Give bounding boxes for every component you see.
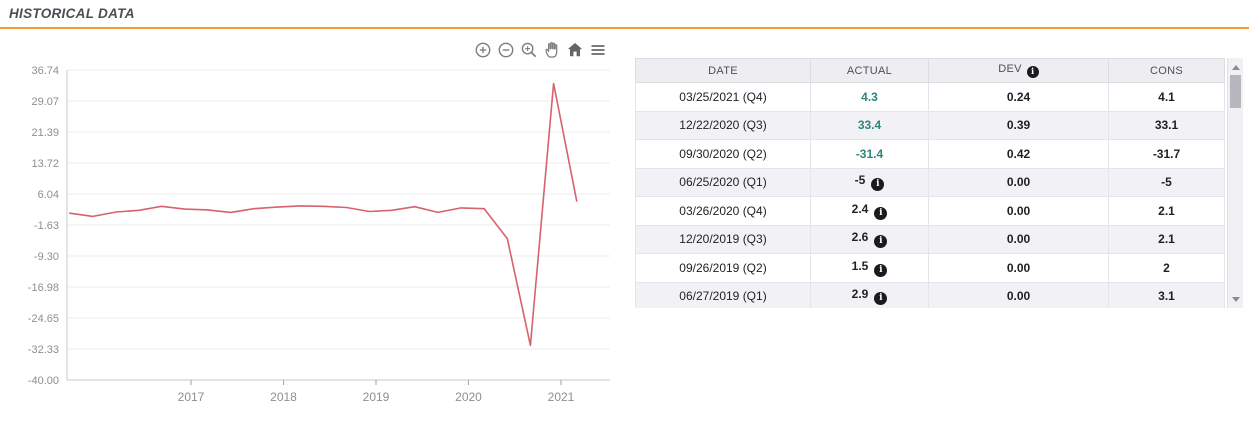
x-tick-label: 2021: [548, 390, 575, 404]
info-icon[interactable]: i: [874, 263, 888, 277]
zoom-in-icon[interactable]: [473, 40, 493, 59]
actual-series-line: [69, 82, 578, 347]
cell-date: 09/26/2019 (Q2): [635, 253, 811, 283]
x-tick-label: 2017: [178, 390, 205, 404]
column-header-dev[interactable]: DEV i: [928, 58, 1109, 83]
cell-actual: 1.5 i: [810, 253, 929, 283]
column-header-actual-label: ACTUAL: [846, 64, 893, 77]
historical-chart-canvas[interactable]: 36.74 29.07 21.39 13.72 6.04 -1.63 -9.30 -16.98…: [0, 38, 620, 413]
y-tick-label: 29.07: [31, 96, 59, 108]
x-tick-label: 2019: [363, 390, 390, 404]
table-row[interactable]: 12/20/2019 (Q3) 2.6 i 0.00 2.1: [635, 224, 1225, 254]
x-tick-label: 2018: [270, 390, 297, 404]
cell-dev: 0.00: [928, 167, 1109, 197]
y-tick-label: -32.33: [28, 344, 59, 356]
cell-actual: -5 i: [810, 167, 929, 197]
cell-cons: -31.7: [1108, 139, 1225, 169]
historical-data-table: DATE ACTUAL DEV i CONS 03/25/2021 (Q4) 4.3…: [635, 58, 1225, 308]
cell-date: 06/27/2019 (Q1): [635, 281, 811, 308]
y-tick-label: 21.39: [31, 127, 59, 139]
actual-value: 2.6: [851, 230, 869, 245]
table-row[interactable]: 03/26/2020 (Q4) 2.4 i 0.00 2.1: [635, 196, 1225, 226]
actual-value: 33.4: [857, 118, 882, 133]
x-tick-label: 2020: [455, 390, 482, 404]
zoom-out-icon[interactable]: [496, 40, 516, 59]
cell-date: 03/26/2020 (Q4): [635, 196, 811, 226]
cell-dev: 0.00: [928, 253, 1109, 283]
cell-cons: 2.1: [1108, 196, 1225, 226]
cell-dev: 0.00: [928, 196, 1109, 226]
historical-table: DATE ACTUAL DEV i CONS 03/25/2021 (Q4) 4.3…: [635, 58, 1243, 308]
table-row[interactable]: 09/26/2019 (Q2) 1.5 i 0.00 2: [635, 253, 1225, 283]
table-row[interactable]: 06/25/2020 (Q1) -5 i 0.00 -5: [635, 167, 1225, 197]
info-icon[interactable]: i: [874, 292, 888, 306]
pan-icon[interactable]: [542, 40, 562, 59]
info-icon[interactable]: i: [871, 178, 885, 192]
cell-cons: 33.1: [1108, 110, 1225, 140]
table-header-row: DATE ACTUAL DEV i CONS: [635, 58, 1225, 83]
cell-cons: 3.1: [1108, 281, 1225, 308]
cell-dev: 0.00: [928, 224, 1109, 254]
cell-actual: 33.4: [810, 110, 929, 140]
cell-date: 12/22/2020 (Q3): [635, 110, 811, 140]
y-tick-label: -9.30: [34, 251, 59, 263]
section-divider: [0, 27, 1249, 29]
actual-value: 2.4: [851, 201, 869, 216]
actual-value: 4.3: [861, 89, 878, 104]
home-icon[interactable]: [565, 40, 585, 59]
cell-cons: 4.1: [1108, 82, 1225, 112]
column-header-date-label: DATE: [708, 64, 738, 77]
cell-date: 09/30/2020 (Q2): [635, 139, 811, 169]
chart-toolbar: [473, 40, 608, 59]
menu-icon[interactable]: [588, 40, 608, 59]
y-tick-label: 36.74: [31, 65, 59, 77]
cell-actual: 2.9 i: [810, 281, 929, 308]
cell-actual: 2.4 i: [810, 196, 929, 226]
column-header-actual[interactable]: ACTUAL: [810, 58, 929, 83]
y-tick-label: -1.63: [34, 220, 59, 232]
cell-actual: -31.4: [810, 139, 929, 169]
scroll-down-icon[interactable]: [1228, 292, 1243, 306]
y-tick-label: -40.00: [28, 375, 59, 387]
cell-dev: 0.42: [928, 139, 1109, 169]
y-tick-label: -24.65: [28, 313, 59, 325]
actual-value: -31.4: [855, 146, 884, 161]
cell-cons: 2: [1108, 253, 1225, 283]
box-zoom-icon[interactable]: [519, 40, 539, 59]
cell-date: 12/20/2019 (Q3): [635, 224, 811, 254]
info-icon[interactable]: i: [874, 206, 888, 220]
actual-value: 1.5: [851, 258, 869, 273]
cell-actual: 4.3: [810, 82, 929, 112]
info-icon[interactable]: i: [874, 235, 888, 249]
section-title: HISTORICAL DATA: [9, 6, 135, 21]
info-icon[interactable]: i: [1026, 66, 1039, 78]
cell-date: 03/25/2021 (Q4): [635, 82, 811, 112]
column-header-dev-label: DEV: [998, 63, 1022, 75]
column-header-date[interactable]: DATE: [635, 58, 811, 83]
column-header-cons[interactable]: CONS: [1108, 58, 1225, 83]
historical-chart: 36.74 29.07 21.39 13.72 6.04 -1.63 -9.30 -16.98…: [0, 38, 620, 413]
scroll-up-icon[interactable]: [1228, 60, 1243, 74]
scrollbar-thumb[interactable]: [1230, 75, 1241, 108]
cell-dev: 0.39: [928, 110, 1109, 140]
y-tick-label: 6.04: [38, 189, 59, 201]
y-tick-label: 13.72: [31, 158, 59, 170]
cell-actual: 2.6 i: [810, 224, 929, 254]
table-row[interactable]: 12/22/2020 (Q3) 33.4 0.39 33.1: [635, 110, 1225, 140]
table-scrollbar[interactable]: [1227, 58, 1243, 308]
cell-cons: -5: [1108, 167, 1225, 197]
table-row[interactable]: 06/27/2019 (Q1) 2.9 i 0.00 3.1: [635, 281, 1225, 308]
cell-dev: 0.00: [928, 281, 1109, 308]
y-tick-label: -16.98: [28, 282, 59, 294]
actual-value: 2.9: [851, 287, 869, 302]
column-header-cons-label: CONS: [1150, 64, 1183, 77]
table-row[interactable]: 09/30/2020 (Q2) -31.4 0.42 -31.7: [635, 139, 1225, 169]
cell-cons: 2.1: [1108, 224, 1225, 254]
cell-date: 06/25/2020 (Q1): [635, 167, 811, 197]
cell-dev: 0.24: [928, 82, 1109, 112]
historical-data-section: HISTORICAL DATA 36.74 29.07 21.39 13.72 6.04…: [0, 0, 1249, 425]
table-row[interactable]: 03/25/2021 (Q4) 4.3 0.24 4.1: [635, 82, 1225, 112]
actual-value: -5: [854, 173, 866, 188]
